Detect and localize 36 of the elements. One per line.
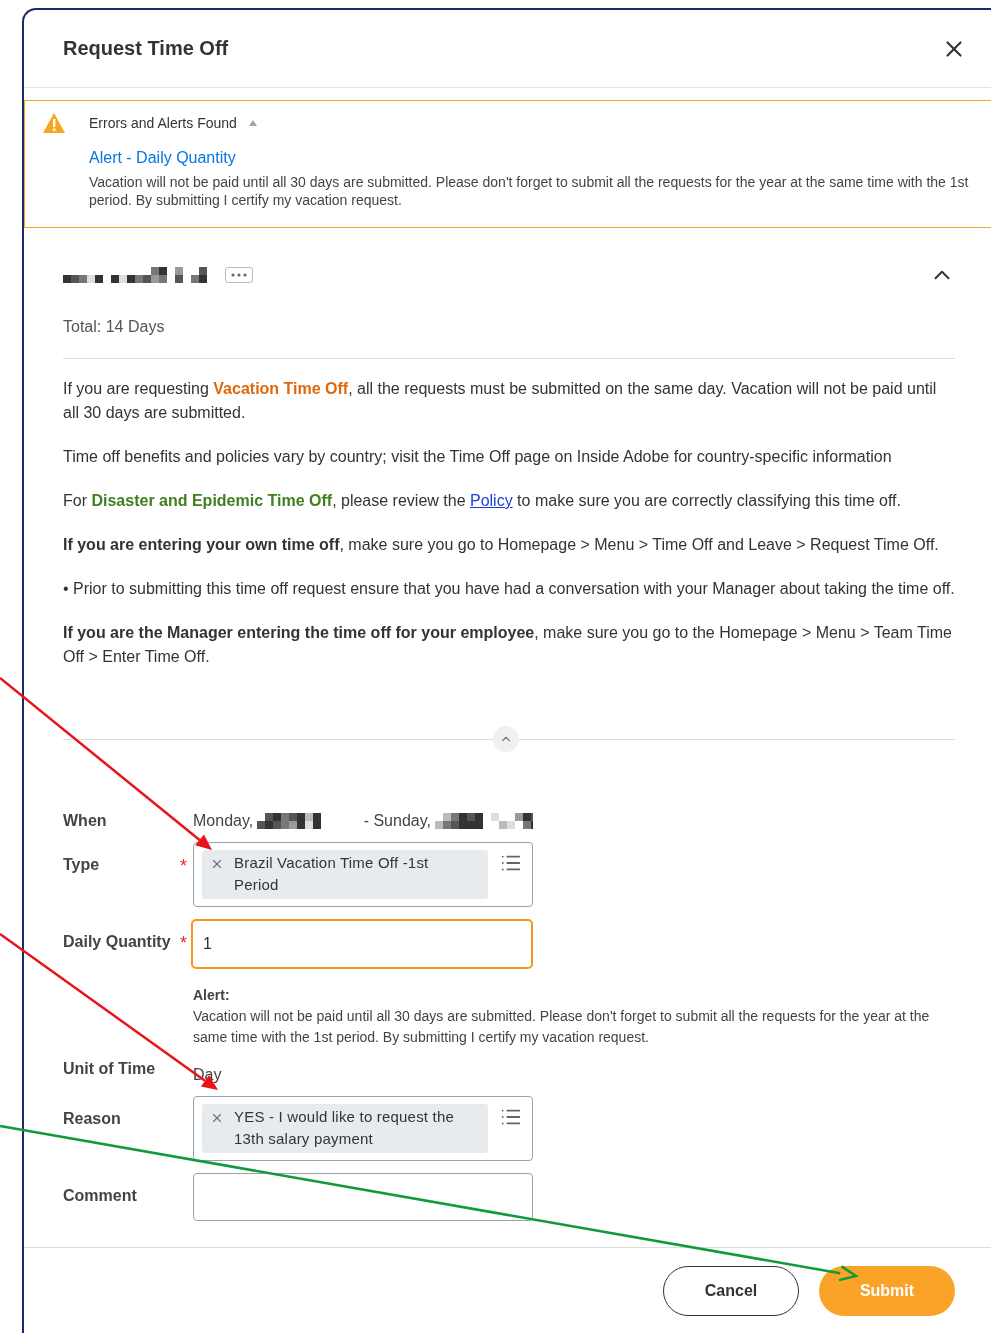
field-label: Type [63,855,101,874]
instruction-paragraph: Time off benefits and policies vary by country; visit the Time Off page on Inside Adobe for country-specific information [63,447,893,467]
remove-icon[interactable] [210,1111,224,1125]
field-label: Unit of Time [63,1060,157,1078]
quantity-input[interactable]: 1 [191,919,533,969]
alerts-heading: Errors and Alerts Found [89,115,237,131]
alert-message: Vacation will not be paid until all 30 days are submitted. Please don't forget to submit all the requests for the year at the same time with the 1st period. By submitting I certify my vacation request. [89,173,969,209]
instruction-paragraph: If you are requesting Vacation Time Off, all the requests must be submitted on the same day. Vacation will not be paid until all 30 days are submitted. [63,379,938,423]
more-options-button[interactable] [225,267,253,283]
required-mark: * [180,932,188,954]
selected-chip[interactable]: Brazil Vacation Time Off -1st Period [202,850,488,899]
instruction-paragraph: If you are the Manager entering the time off for your employee, make sure you go to the Homepage > Menu > Team Time Off > Enter Time Off. [63,623,953,667]
required-mark: * [180,855,188,877]
cancel-button[interactable]: Cancel [663,1265,799,1316]
instruction-paragraph: • Prior to submitting this time off request ensure that you have had a conversation with your Manager about taking the time off. [63,579,955,599]
instruction-paragraph: For Disaster and Epidemic Time Off, please review the Policy to make sure you are correctly classifying this time off. [63,491,902,511]
alert-label: Alert: [193,986,231,1005]
alert-title-link[interactable]: Alert - Daily Quantity [89,149,969,167]
total-days: Total: 14 Days [63,318,955,336]
dialog-title: Request Time Off [63,37,229,60]
date-start: Monday, [193,812,254,830]
remove-icon[interactable] [210,857,224,871]
field-label: Daily Quantity [63,932,172,951]
alert-message: Vacation will not be paid until all 30 days are submitted. Please don't forget to submit all the requests for the year at the same time with the 1st period. By submitting I certify my vacation request. [193,1007,931,1047]
comment-field[interactable] [193,1173,533,1221]
field-label: Reason [63,1109,122,1128]
selected-chip[interactable]: YES - I would like to request the 13th salary payment [202,1104,488,1153]
ellipsis-icon [231,273,247,277]
field-label: When [63,812,108,830]
multiselect-field[interactable]: YES - I would like to request the 13th salary payment [193,1096,533,1161]
field-label: Comment [63,1186,138,1205]
date-end: - Sunday, [363,812,431,830]
multiselect-field[interactable]: Brazil Vacation Time Off -1st Period [193,842,533,907]
instruction-paragraph: If you are entering your own time off, make sure you go to Homepage > Menu > Time Off and Leave > Request Time Off. [63,535,940,555]
warning-icon [43,113,65,133]
policy-link[interactable]: Policy [470,492,513,509]
